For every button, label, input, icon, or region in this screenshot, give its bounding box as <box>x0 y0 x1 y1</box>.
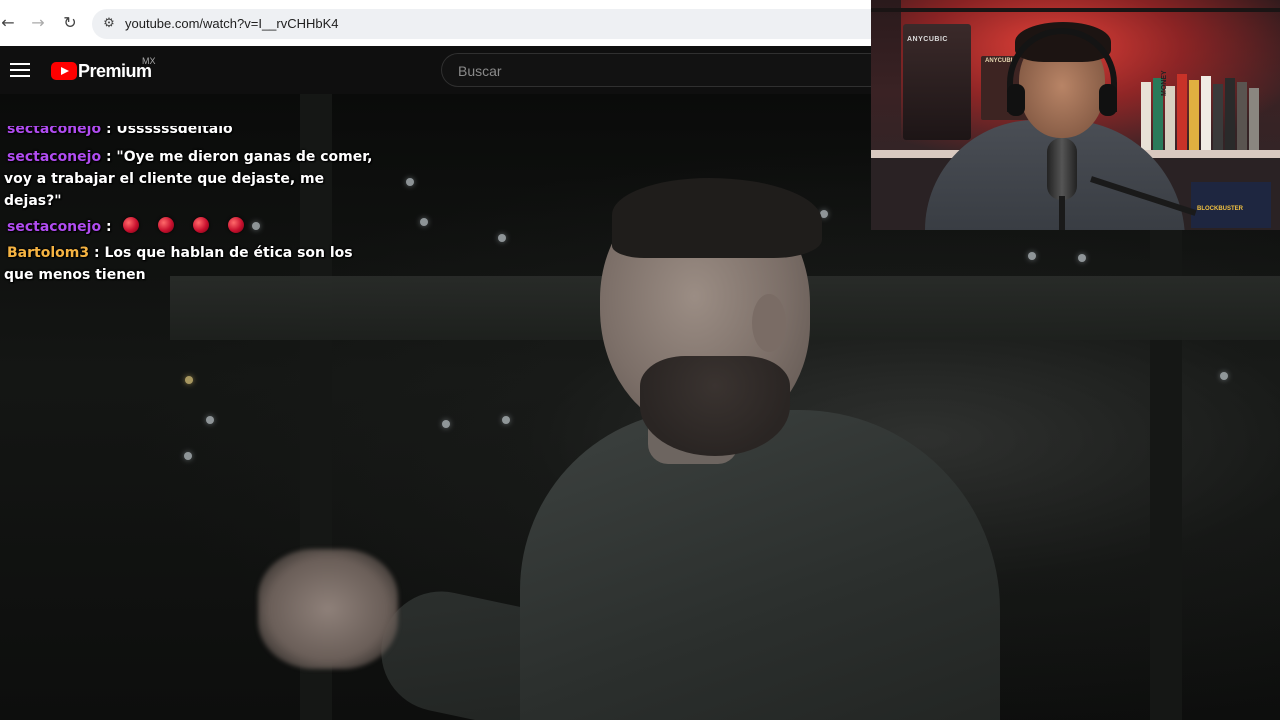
chat-username: sectaconejo <box>7 219 102 235</box>
site-settings-icon[interactable]: ⚙ <box>100 15 118 33</box>
logo-text: Premium <box>78 61 152 81</box>
lower-box <box>1191 182 1271 228</box>
person-torso <box>520 410 1000 720</box>
city-light <box>498 234 506 242</box>
hamburger-menu-icon[interactable] <box>10 60 30 80</box>
chat-message: sectaconejo : "Oye me dieron ganas de co… <box>4 146 376 212</box>
city-light <box>1078 254 1086 262</box>
red-emote-icon <box>123 217 140 233</box>
chat-text: : <box>105 219 112 235</box>
lower-box-label: BLOCKBUSTER <box>1197 206 1243 212</box>
chat-message: Bartolom3 : Los que hablan de ética son … <box>4 242 376 286</box>
printer-label: ANYCUBIC <box>907 36 948 43</box>
city-light <box>1220 372 1228 380</box>
chat-username: sectaconejo <box>7 126 102 137</box>
chat-username: Bartolom3 <box>7 245 90 261</box>
person-hair <box>612 178 822 258</box>
streamer-webcam: ANYCUBIC ANYCUBIC MONEY BLOCKBUSTER <box>871 0 1280 230</box>
back-arrow-icon[interactable]: ← <box>0 11 20 35</box>
person-hand <box>258 549 398 669</box>
red-emote-icon <box>158 217 175 233</box>
chat-text: : Ussssssdeltalo <box>105 126 233 137</box>
screen: ← → ↻ ⚙ youtube.com/watch?v=I__rvCHHbK4 … <box>0 0 1280 720</box>
search-input[interactable] <box>456 54 860 88</box>
city-light <box>184 452 192 460</box>
shelf <box>871 8 1280 12</box>
address-bar[interactable]: ⚙ youtube.com/watch?v=I__rvCHHbK4 <box>92 9 871 39</box>
city-light <box>1028 252 1036 260</box>
reload-icon[interactable]: ↻ <box>58 11 82 35</box>
youtube-play-icon <box>51 62 77 80</box>
forward-arrow-icon[interactable]: → <box>26 11 50 35</box>
chat-message: sectaconejo : Ussssssdeltalo <box>4 126 376 140</box>
headphone-earcup <box>1099 84 1117 116</box>
headphone-earcup <box>1007 84 1025 116</box>
red-emote-icon <box>193 217 210 233</box>
red-emote-icon <box>228 217 245 233</box>
chat-message: sectaconejo : <box>4 216 376 238</box>
city-light <box>502 416 510 424</box>
stream-chat: sectaconejo : Ussssssdeltalo sectaconejo… <box>4 126 376 290</box>
person-ear <box>752 294 786 352</box>
city-light <box>406 178 414 186</box>
city-light <box>420 218 428 226</box>
mic-stand <box>1059 196 1065 230</box>
city-light <box>442 420 450 428</box>
browser-toolbar: ← → ↻ ⚙ youtube.com/watch?v=I__rvCHHbK4 <box>0 0 871 47</box>
microphone-icon <box>1047 138 1077 200</box>
url-text[interactable]: youtube.com/watch?v=I__rvCHHbK4 <box>125 9 339 39</box>
person-beard <box>640 356 790 456</box>
book-spine-title: MONEY <box>1161 70 1168 96</box>
search-box[interactable] <box>441 53 871 88</box>
youtube-header: Premium MX <box>0 46 871 94</box>
region-code: MX <box>142 56 156 66</box>
city-light <box>185 376 193 384</box>
chat-username: sectaconejo <box>7 149 102 165</box>
city-light <box>206 416 214 424</box>
